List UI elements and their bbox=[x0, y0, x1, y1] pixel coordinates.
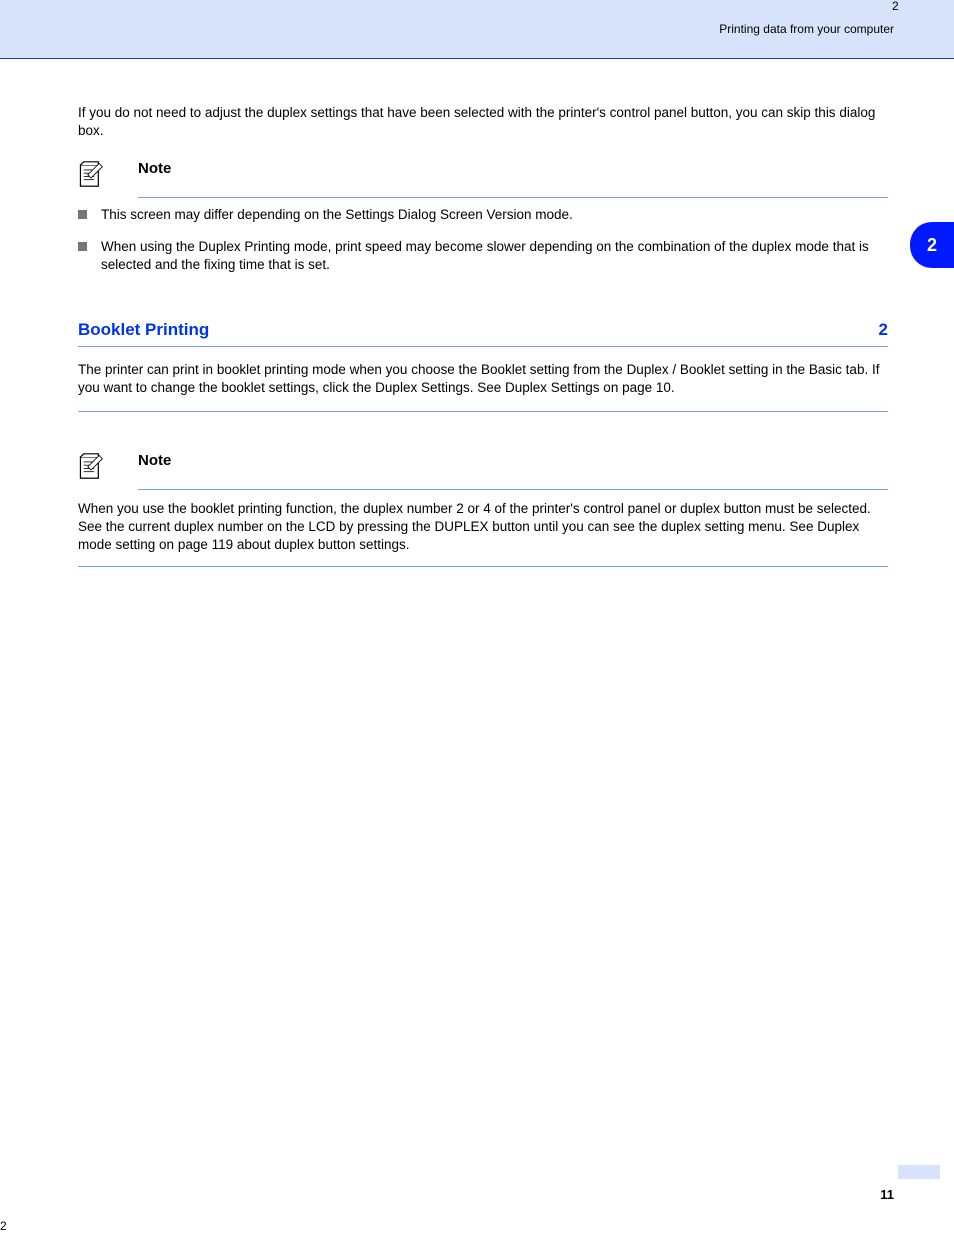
note-1-bullet-2-text: When using the Duplex Printing mode, pri… bbox=[101, 238, 888, 274]
note-icon bbox=[78, 452, 138, 485]
side-tab: 2 bbox=[910, 222, 954, 268]
square-bullet-icon bbox=[78, 210, 87, 219]
note-1: Note bbox=[78, 160, 888, 193]
aux-top-left: 2 bbox=[892, 0, 898, 17]
header-text: Printing data from your computer bbox=[719, 22, 894, 36]
section-number: 2 bbox=[879, 320, 888, 340]
side-tab-label: 2 bbox=[927, 235, 937, 256]
note-2: Note bbox=[78, 452, 888, 485]
note-2-rule-top bbox=[138, 489, 888, 490]
note-2-body: When you use the booklet printing functi… bbox=[78, 500, 888, 554]
intro-paragraph: If you do not need to adjust the duplex … bbox=[78, 104, 888, 140]
note-pencil-icon bbox=[78, 160, 104, 188]
page: 2 Printing data from your computer 2 If … bbox=[0, 0, 954, 1235]
note-1-rule-top bbox=[138, 197, 888, 198]
aux-bottom-left: 2 bbox=[0, 1219, 6, 1233]
note-1-bullet-1: This screen may differ depending on the … bbox=[78, 206, 888, 224]
page-number: 11 bbox=[880, 1187, 894, 1202]
section-heading: Booklet Printing 2 bbox=[78, 320, 888, 340]
section-body: The printer can print in booklet printin… bbox=[78, 361, 888, 397]
square-bullet-icon bbox=[78, 242, 87, 251]
content-column: If you do not need to adjust the duplex … bbox=[78, 104, 888, 567]
bottom-right-bar bbox=[898, 1165, 940, 1179]
note-1-bullet-1-text: This screen may differ depending on the … bbox=[101, 206, 888, 224]
section-body-rule bbox=[78, 411, 888, 412]
note-icon bbox=[78, 160, 138, 193]
note-1-bullet-2: When using the Duplex Printing mode, pri… bbox=[78, 238, 888, 274]
note-pencil-icon bbox=[78, 452, 104, 480]
section-underline bbox=[78, 346, 888, 347]
note-1-label: Note bbox=[138, 160, 888, 177]
section-title: Booklet Printing bbox=[78, 320, 209, 340]
top-line bbox=[0, 58, 954, 59]
note-2-label: Note bbox=[138, 452, 888, 469]
note-2-rule-bottom bbox=[78, 566, 888, 567]
